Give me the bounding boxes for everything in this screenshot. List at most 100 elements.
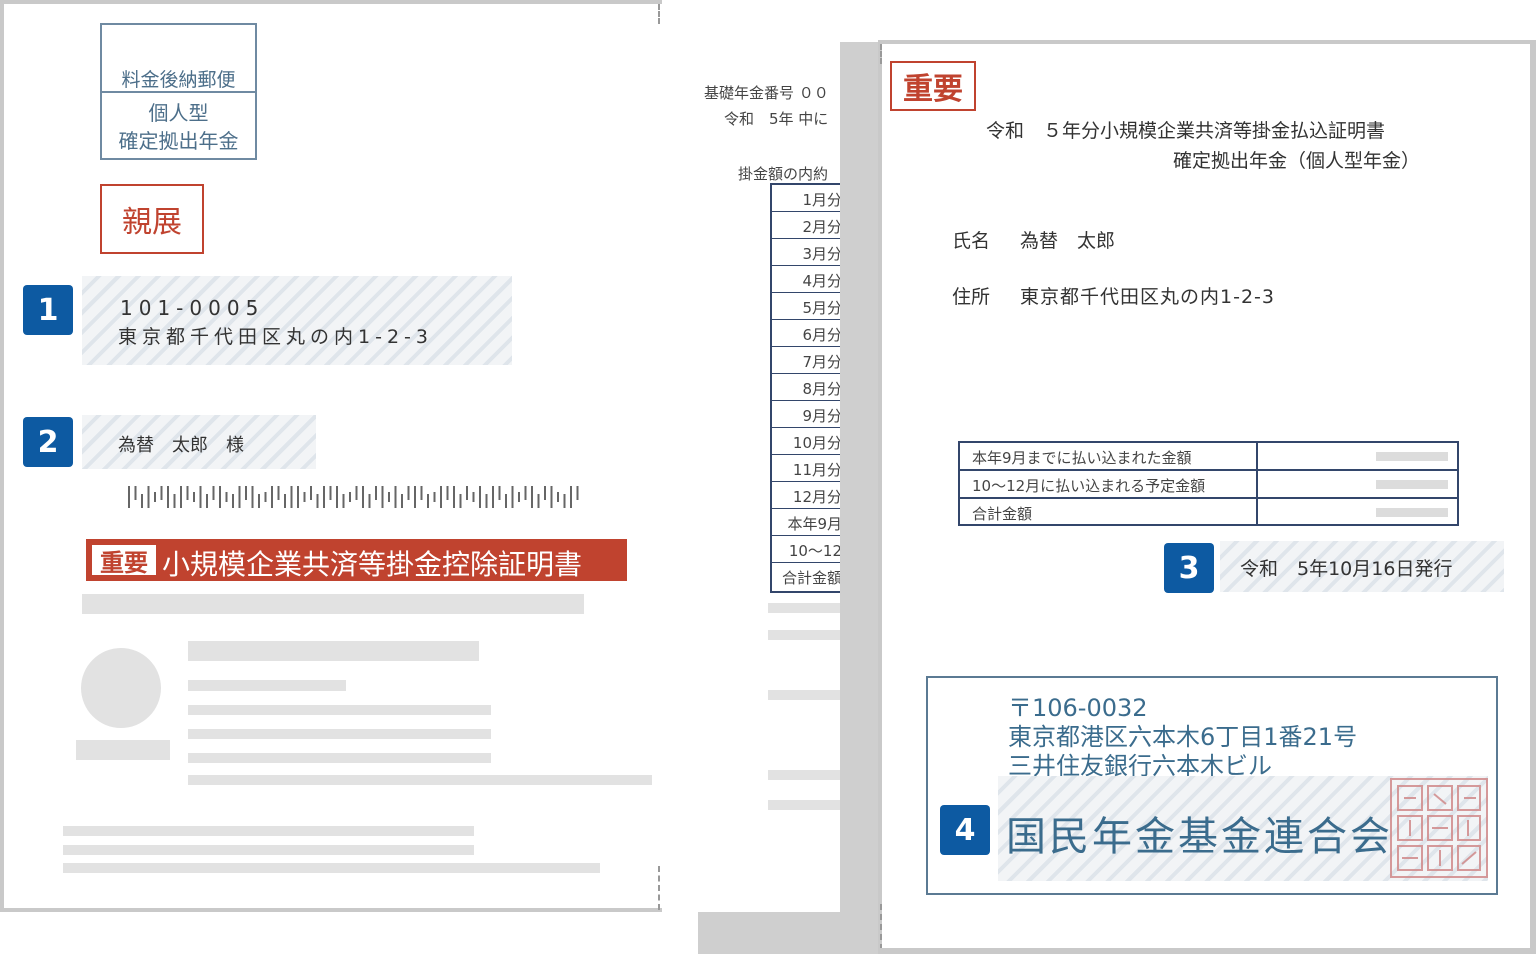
name-label: 氏名 — [952, 230, 991, 252]
placeholder-bar — [63, 826, 474, 836]
month-row: 7月分 — [772, 347, 840, 374]
barcode-bar — [544, 486, 546, 500]
barcode-bar — [160, 486, 163, 500]
barcode-bar — [219, 486, 221, 508]
barcode-bar — [180, 486, 182, 508]
month-row: 9月分 — [772, 401, 840, 428]
address-value: 東京都千代田区丸の内1-2-3 — [1020, 286, 1275, 308]
barcode-bar — [258, 494, 260, 508]
barcode-bar — [245, 486, 247, 500]
barcode-bar — [401, 494, 403, 508]
title-text: 小規模企業共済等掛金控除証明書 — [162, 548, 583, 581]
placeholder-bar — [768, 630, 840, 640]
certificate-bottom-edge — [880, 948, 1536, 954]
barcode-bar — [381, 486, 384, 508]
barcode-bar — [505, 494, 507, 508]
month-table: 1月分 2月分 3月分 4月分 5月分 6月分 7月分 8月分 9月分 10月分… — [770, 183, 840, 593]
barcode-bar — [459, 494, 462, 508]
month-row: 12月分 — [772, 482, 840, 509]
month-row: 合計金額 — [781, 569, 840, 587]
certificate-right-edge — [1530, 40, 1536, 954]
barcode-bar — [303, 492, 306, 502]
barcode-bar — [206, 494, 208, 508]
barcode-bar — [251, 486, 254, 508]
barcode-bar — [394, 486, 397, 508]
barcode-bar — [349, 492, 351, 502]
breakdown-label: 掛金額の内約 — [738, 165, 829, 183]
barcode-bar — [414, 486, 416, 508]
postage-line1: 料金後納郵便 — [121, 69, 236, 91]
barcode-bar — [167, 486, 169, 508]
customer-barcode — [128, 486, 579, 508]
badge-2: 2 — [23, 417, 73, 467]
postal-code: 101-0005 — [120, 296, 265, 320]
month-row: 10月分 — [772, 428, 840, 455]
table-row: 本年9月までに払い込まれた金額 — [960, 443, 1457, 471]
placeholder-bar — [63, 845, 474, 855]
barcode-bar — [570, 486, 572, 508]
barcode-bar — [154, 492, 156, 502]
postage-line2: 個人型 — [148, 101, 209, 125]
barcode-bar — [492, 486, 494, 508]
badge-4: 4 — [940, 805, 990, 855]
issue-date-block: 令和 5年10月16日発行 — [1220, 541, 1504, 592]
placeholder-bar — [188, 641, 479, 661]
amount-placeholder — [1376, 452, 1448, 461]
barcode-bar — [316, 494, 319, 508]
placeholder-bar — [188, 680, 346, 691]
amount-placeholder — [1376, 508, 1448, 517]
official-seal — [1390, 778, 1488, 878]
barcode-bar — [362, 486, 364, 508]
title-banner: 重要 小規模企業共済等掛金控除証明書 — [86, 539, 627, 581]
barcode-bar — [433, 492, 436, 502]
barcode-bar — [271, 486, 273, 508]
issuer-name: 国民年金基金連合会 — [1006, 814, 1393, 860]
postage-line3: 確定拠出年金 — [118, 129, 239, 153]
barcode-bar — [232, 494, 234, 508]
barcode-bar — [238, 486, 241, 508]
barcode-bar — [446, 486, 449, 500]
month-row: 8月分 — [772, 374, 840, 401]
placeholder-bar — [188, 705, 491, 715]
barcode-bar — [485, 494, 488, 508]
barcode-bar — [420, 486, 423, 500]
barcode-bar — [472, 492, 475, 502]
placeholder-bar — [188, 753, 491, 763]
placeholder-bar — [76, 740, 170, 760]
barcode-bar — [277, 486, 280, 500]
certificate-fold-line — [880, 904, 882, 950]
month-row: 1月分 — [772, 185, 840, 212]
barcode-bar — [225, 492, 228, 502]
row-label: 本年9月までに払い込まれた金額 — [972, 449, 1192, 467]
barcode-bar — [511, 486, 514, 508]
sheet-shadow — [698, 912, 848, 954]
placeholder-bar — [768, 603, 840, 613]
barcode-bar — [186, 486, 189, 500]
confidential-stamp: 親展 — [100, 184, 204, 254]
barcode-bar — [336, 486, 338, 508]
placeholder-bar — [188, 729, 491, 739]
recipient-block: 為替 太郎 様 — [82, 415, 316, 469]
barcode-bar — [173, 494, 176, 508]
recipient-name: 為替 太郎 様 — [118, 435, 244, 456]
barcode-bar — [524, 486, 527, 500]
address-label: 住所 — [952, 286, 991, 308]
placeholder-bar — [188, 775, 652, 785]
placeholder-bar — [63, 863, 600, 873]
placeholder-bar — [768, 800, 840, 810]
placeholder-bar — [768, 770, 840, 780]
month-row: 3月分 — [772, 239, 840, 266]
barcode-bar — [193, 492, 195, 502]
barcode-bar — [128, 486, 130, 508]
issue-date: 令和 5年10月16日発行 — [1240, 558, 1453, 580]
barcode-bar — [498, 486, 501, 500]
contribution-table: 本年9月までに払い込まれた金額 10～12月に払い込まれる予定金額 合計金額 — [958, 441, 1459, 526]
barcode-bar — [342, 494, 345, 508]
month-row: 6月分 — [772, 320, 840, 347]
barcode-bar — [388, 492, 390, 502]
period-text: 令和 5年 中に — [724, 110, 829, 128]
barcode-bar — [576, 486, 579, 500]
amount-placeholder — [1376, 480, 1448, 489]
barcode-bar — [290, 486, 293, 508]
title-tag: 重要 — [92, 545, 156, 577]
